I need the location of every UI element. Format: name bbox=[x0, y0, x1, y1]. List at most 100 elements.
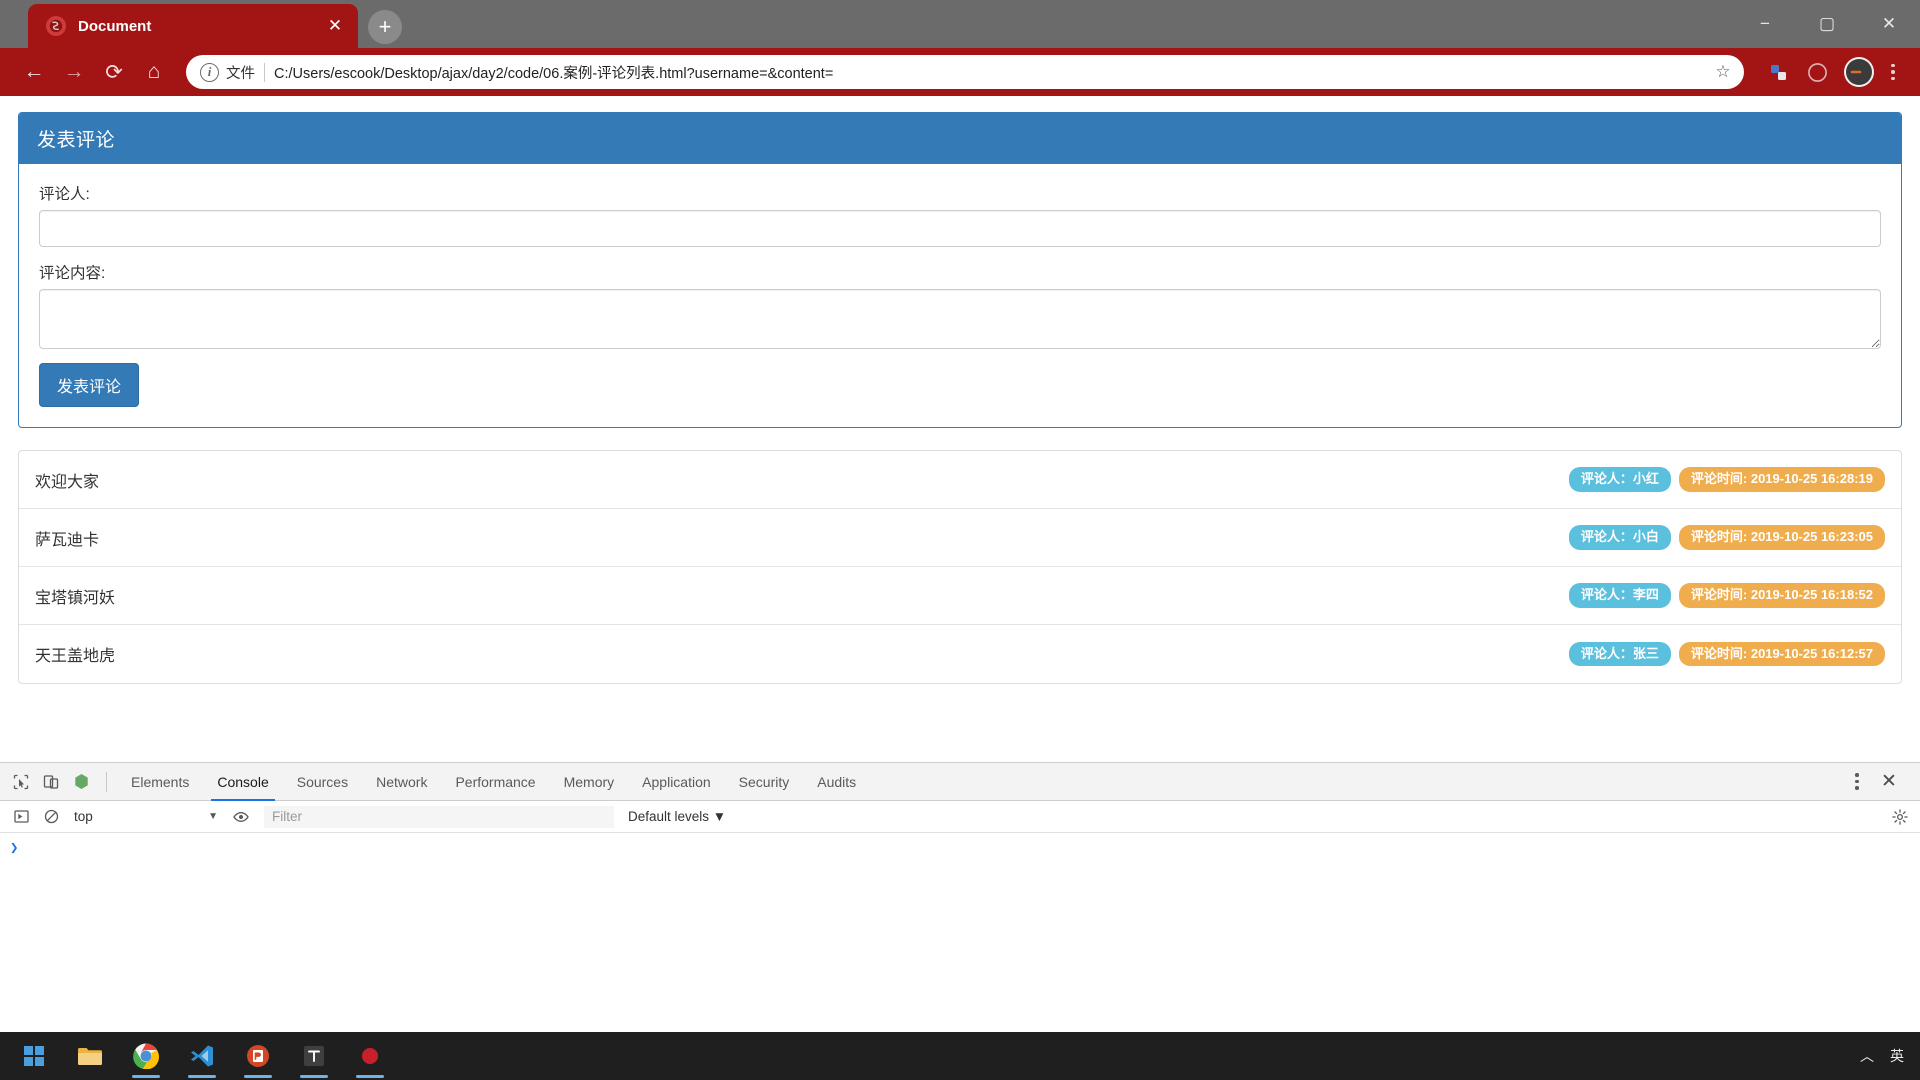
comment-text: 天王盖地虎 bbox=[35, 648, 116, 665]
console-filter-input[interactable] bbox=[264, 805, 614, 828]
recording-app-icon[interactable] bbox=[342, 1032, 398, 1080]
tab-strip: Document ✕ + − ▢ ✕ bbox=[0, 0, 1920, 48]
list-item[interactable]: 欢迎大家 评论人：小红 评论时间: 2019-10-25 16:28:19 bbox=[19, 451, 1901, 509]
console-filter-bar: top ▼ Default levels ▼ bbox=[0, 801, 1920, 833]
tab-application[interactable]: Application bbox=[628, 763, 725, 801]
windows-taskbar: ︿ 英 bbox=[0, 1032, 1920, 1080]
author-badge: 评论人：张三 bbox=[1568, 641, 1671, 667]
live-expression-icon[interactable] bbox=[226, 802, 256, 832]
address-bar[interactable]: i 文件 C:/Users/escook/Desktop/ajax/day2/c… bbox=[186, 55, 1744, 89]
browser-tab[interactable]: Document ✕ bbox=[28, 4, 358, 48]
comment-text: 萨瓦迪卡 bbox=[35, 531, 100, 549]
account-avatar[interactable] bbox=[1844, 57, 1874, 87]
tab-audits[interactable]: Audits bbox=[803, 763, 870, 801]
page-viewport: 发表评论 评论人: 评论内容: 发表评论 欢迎大家 评论人：小红 评论时间: 2… bbox=[0, 96, 1920, 762]
page-content: 发表评论 评论人: 评论内容: 发表评论 欢迎大家 评论人：小红 评论时间: 2… bbox=[0, 96, 1920, 684]
devtools-actions: ✕ bbox=[1844, 767, 1914, 797]
omnibox-divider bbox=[264, 62, 265, 82]
time-badge: 评论时间: 2019-10-25 16:12:57 bbox=[1678, 641, 1885, 667]
maximize-button[interactable]: ▢ bbox=[1796, 0, 1858, 48]
new-tab-button[interactable]: + bbox=[368, 10, 402, 44]
execution-context-icon[interactable] bbox=[6, 802, 36, 832]
browser-toolbar: ← → ⟳ ⌂ i 文件 C:/Users/escook/Desktop/aja… bbox=[0, 48, 1920, 96]
tab-sources[interactable]: Sources bbox=[283, 763, 362, 801]
ime-indicator[interactable]: 英 bbox=[1890, 1046, 1904, 1066]
devtools-more-icon[interactable] bbox=[1844, 769, 1870, 795]
comment-text: 欢迎大家 bbox=[35, 473, 100, 491]
chrome-icon[interactable] bbox=[118, 1032, 174, 1080]
comment-text: 宝塔镇河妖 bbox=[35, 589, 116, 607]
comment-meta: 评论人：小红 评论时间: 2019-10-25 16:28:19 bbox=[1568, 467, 1885, 492]
list-item[interactable]: 宝塔镇河妖 评论人：李四 评论时间: 2019-10-25 16:18:52 bbox=[19, 567, 1901, 625]
powerpoint-icon[interactable] bbox=[230, 1032, 286, 1080]
reload-icon[interactable]: ⟳ bbox=[94, 52, 134, 92]
minimize-button[interactable]: − bbox=[1734, 0, 1796, 48]
context-label: top bbox=[74, 809, 93, 824]
content-form-group: 评论内容: bbox=[39, 261, 1881, 349]
page-info-icon[interactable]: i bbox=[200, 62, 219, 82]
file-explorer-icon[interactable] bbox=[62, 1032, 118, 1080]
scheme-label: 文件 bbox=[226, 65, 255, 82]
tab-title: Document bbox=[78, 17, 152, 35]
devtools-close-icon[interactable]: ✕ bbox=[1874, 767, 1904, 797]
vscode-icon[interactable] bbox=[174, 1032, 230, 1080]
content-label: 评论内容: bbox=[39, 265, 106, 282]
chevron-down-icon: ▼ bbox=[208, 811, 218, 822]
username-input[interactable] bbox=[39, 210, 1881, 247]
start-button[interactable] bbox=[6, 1032, 62, 1080]
tab-close-icon[interactable]: ✕ bbox=[324, 15, 346, 37]
tray-expand-icon[interactable]: ︿ bbox=[1860, 1046, 1874, 1066]
clear-console-icon[interactable] bbox=[36, 802, 66, 832]
tab-security[interactable]: Security bbox=[725, 763, 804, 801]
comment-meta: 评论人：李四 评论时间: 2019-10-25 16:18:52 bbox=[1568, 583, 1885, 608]
content-textarea[interactable] bbox=[39, 289, 1881, 349]
close-window-button[interactable]: ✕ bbox=[1858, 0, 1920, 48]
log-levels-dropdown[interactable]: Default levels ▼ bbox=[628, 809, 726, 824]
comment-list: 欢迎大家 评论人：小红 评论时间: 2019-10-25 16:28:19 萨瓦… bbox=[18, 450, 1902, 684]
execution-context-select[interactable]: top ▼ bbox=[66, 805, 226, 829]
comment-meta: 评论人：张三 评论时间: 2019-10-25 16:12:57 bbox=[1568, 641, 1885, 667]
tab-memory[interactable]: Memory bbox=[550, 763, 629, 801]
device-toolbar-icon[interactable] bbox=[36, 767, 66, 797]
browser-window: Document ✕ + − ▢ ✕ ← → ⟳ ⌂ i 文件 C:/Users… bbox=[0, 0, 1920, 1080]
panel-heading: 发表评论 bbox=[19, 113, 1901, 164]
home-icon[interactable]: ⌂ bbox=[134, 52, 174, 92]
devtools-tabs: Elements Console Sources Network Perform… bbox=[117, 763, 870, 801]
list-item[interactable]: 萨瓦迪卡 评论人：小白 评论时间: 2019-10-25 16:23:05 bbox=[19, 509, 1901, 567]
username-label: 评论人: bbox=[39, 186, 90, 203]
system-tray: ︿ 英 bbox=[1860, 1046, 1920, 1066]
console-prompt-icon: ❯ bbox=[10, 841, 19, 857]
devtools-panel: Elements Console Sources Network Perform… bbox=[0, 762, 1920, 1032]
console-output[interactable]: ❯ bbox=[0, 833, 1920, 1032]
window-controls: − ▢ ✕ bbox=[1734, 0, 1920, 48]
back-icon[interactable]: ← bbox=[14, 52, 54, 92]
author-badge: 评论人：小红 bbox=[1568, 467, 1671, 492]
chrome-menu-icon[interactable] bbox=[1880, 59, 1906, 85]
comment-form-panel: 发表评论 评论人: 评论内容: 发表评论 bbox=[18, 112, 1902, 428]
tab-network[interactable]: Network bbox=[362, 763, 441, 801]
url-text[interactable]: C:/Users/escook/Desktop/ajax/day2/code/0… bbox=[274, 62, 1710, 83]
profile-circle-icon[interactable] bbox=[1800, 55, 1834, 89]
time-badge: 评论时间: 2019-10-25 16:23:05 bbox=[1678, 525, 1885, 550]
extension-icon[interactable] bbox=[1761, 55, 1795, 89]
author-badge: 评论人：小白 bbox=[1568, 525, 1671, 550]
settings-gear-icon[interactable] bbox=[1886, 803, 1914, 831]
time-badge: 评论时间: 2019-10-25 16:18:52 bbox=[1678, 583, 1885, 608]
toolbar-divider bbox=[106, 771, 107, 792]
tab-elements[interactable]: Elements bbox=[117, 763, 203, 801]
node-logo-icon[interactable] bbox=[66, 767, 96, 797]
panel-title: 发表评论 bbox=[37, 130, 116, 151]
site-favicon bbox=[46, 16, 66, 36]
comment-meta: 评论人：小白 评论时间: 2019-10-25 16:23:05 bbox=[1568, 525, 1885, 550]
tab-performance[interactable]: Performance bbox=[441, 763, 549, 801]
inspect-element-icon[interactable] bbox=[6, 767, 36, 797]
forward-icon[interactable]: → bbox=[54, 52, 94, 92]
devtools-tabbar: Elements Console Sources Network Perform… bbox=[0, 763, 1920, 801]
tab-console[interactable]: Console bbox=[203, 763, 282, 801]
bookmark-star-icon[interactable]: ☆ bbox=[1710, 59, 1736, 85]
username-form-group: 评论人: bbox=[39, 182, 1881, 247]
panel-body: 评论人: 评论内容: 发表评论 bbox=[19, 164, 1901, 427]
typora-icon[interactable] bbox=[286, 1032, 342, 1080]
submit-comment-button[interactable]: 发表评论 bbox=[39, 363, 140, 407]
list-item[interactable]: 天王盖地虎 评论人：张三 评论时间: 2019-10-25 16:12:57 bbox=[19, 625, 1901, 683]
